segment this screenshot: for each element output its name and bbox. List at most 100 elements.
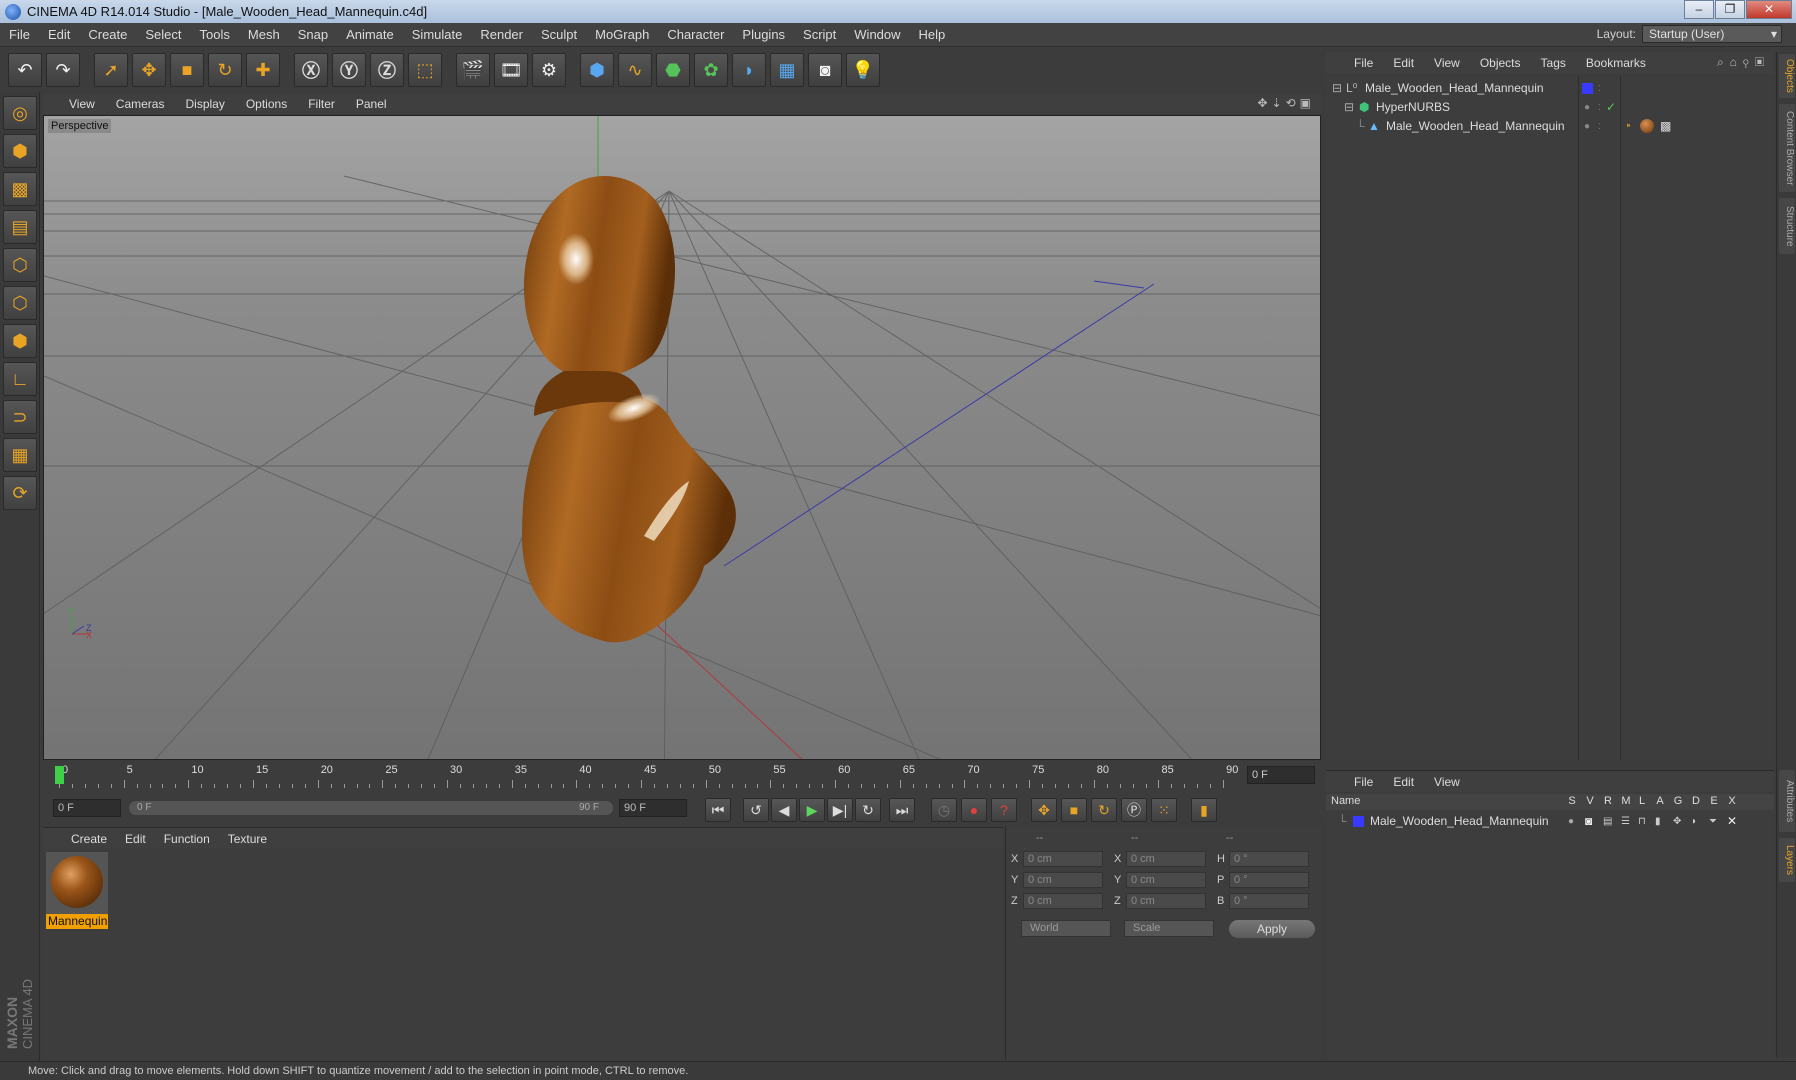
deformer-icon[interactable]: ◗ — [732, 53, 766, 87]
view-icon[interactable]: ◙ — [1585, 814, 1592, 828]
live-selection-icon[interactable]: ➚ — [94, 53, 128, 87]
camera-icon[interactable]: ◙ — [808, 53, 842, 87]
object-name[interactable]: Male_Wooden_Head_Mannequin — [1365, 81, 1544, 95]
menu-mograph[interactable]: MoGraph — [586, 27, 658, 42]
deformers-icon[interactable]: ◗ — [1691, 816, 1697, 827]
viewport-menu-filter[interactable]: Filter — [308, 97, 335, 111]
tab-layers[interactable]: Layers — [1779, 838, 1795, 882]
material-swatch[interactable] — [46, 852, 108, 914]
menu-sculpt[interactable]: Sculpt — [532, 27, 586, 42]
redo-icon[interactable]: ↷ — [46, 53, 80, 87]
lm-menu-view[interactable]: View — [1434, 775, 1460, 789]
end-frame-field[interactable]: 90 F — [619, 799, 687, 817]
viewport-menu-view[interactable]: View — [69, 97, 95, 111]
frame-range-slider[interactable]: 0 F 90 F — [129, 801, 613, 815]
timeline-window-icon[interactable]: ▮ — [1191, 798, 1217, 822]
next-frame-icon[interactable]: ▶| — [827, 798, 853, 822]
polygons-mode-icon[interactable]: ⬢ — [3, 324, 37, 358]
apply-button[interactable]: Apply — [1229, 920, 1315, 938]
om-menu-view[interactable]: View — [1434, 56, 1460, 70]
key-position-icon[interactable]: ✥ — [1031, 798, 1057, 822]
key-rotation-icon[interactable]: ↻ — [1091, 798, 1117, 822]
render-picture-viewer-icon[interactable]: 🎞 — [494, 53, 528, 87]
manager-icon[interactable]: ☰ — [1621, 816, 1630, 827]
material-menu-edit[interactable]: Edit — [125, 832, 146, 846]
go-to-start-icon[interactable]: ⏮ — [705, 798, 731, 822]
make-editable-icon[interactable]: ◎ — [3, 96, 37, 130]
snap-magnet-icon[interactable]: ⊃ — [3, 400, 37, 434]
go-to-end-icon[interactable]: ⏭ — [889, 798, 915, 822]
minimize-button[interactable]: – — [1684, 0, 1714, 19]
motion-record-icon[interactable]: ◷ — [931, 798, 957, 822]
x-axis-lock-icon[interactable]: Ⓧ — [294, 53, 328, 87]
layer-color-swatch[interactable] — [1353, 815, 1364, 827]
om-menu-bookmarks[interactable]: Bookmarks — [1586, 56, 1646, 70]
object-row-null[interactable]: ⊟ L⁰ Male_Wooden_Head_Mannequin ⁚ — [1326, 78, 1774, 98]
menu-script[interactable]: Script — [794, 27, 845, 42]
record-keys-icon[interactable]: ● — [961, 798, 987, 822]
layer-dot-icon[interactable]: ● — [1584, 121, 1590, 132]
visibility-dots-icon[interactable]: ⁚ — [1598, 103, 1601, 112]
phong-tag-icon[interactable]: ⁍ — [1626, 121, 1631, 132]
workplane-align-icon[interactable]: ⟳ — [3, 476, 37, 510]
menu-mesh[interactable]: Mesh — [239, 27, 289, 42]
menu-snap[interactable]: Snap — [289, 27, 337, 42]
timeline-ruler[interactable]: 0 5 10 15 20 25 30 35 40 45 50 55 60 65 70 75 80 85 90 — [53, 762, 1243, 790]
next-key-icon[interactable]: ↻ — [855, 798, 881, 822]
render-icon[interactable]: ▤ — [1603, 816, 1612, 827]
menu-plugins[interactable]: Plugins — [733, 27, 794, 42]
om-menu-edit[interactable]: Edit — [1393, 56, 1414, 70]
key-scale-icon[interactable]: ■ — [1061, 798, 1087, 822]
menu-select[interactable]: Select — [136, 27, 190, 42]
model-mode-icon[interactable]: ⬢ — [3, 134, 37, 168]
lm-col-animation[interactable]: A — [1651, 795, 1669, 807]
viewport-menu-panel[interactable]: Panel — [356, 97, 387, 111]
previous-frame-icon[interactable]: ◀ — [771, 798, 797, 822]
viewport-menu-options[interactable]: Options — [246, 97, 287, 111]
menu-render[interactable]: Render — [471, 27, 532, 42]
viewport-menu-display[interactable]: Display — [185, 97, 224, 111]
coord-size-z-field[interactable]: 0 cm — [1126, 893, 1206, 909]
layer-dot-icon[interactable]: ● — [1584, 102, 1590, 113]
menu-create[interactable]: Create — [79, 27, 136, 42]
coord-size-x-field[interactable]: 0 cm — [1126, 851, 1206, 867]
collapse-icon[interactable]: ⊟ — [1332, 81, 1342, 95]
lm-menu-edit[interactable]: Edit — [1393, 775, 1414, 789]
om-menu-tags[interactable]: Tags — [1541, 56, 1566, 70]
coord-transform-dropdown[interactable]: Scale — [1124, 920, 1214, 937]
key-parameter-icon[interactable]: Ⓟ — [1121, 798, 1147, 822]
uvw-tag-icon[interactable]: ▩ — [1660, 119, 1671, 133]
coord-rotation-h-field[interactable]: 0 ° — [1229, 851, 1309, 867]
close-button[interactable]: ✕ — [1746, 0, 1792, 19]
spline-icon[interactable]: ∿ — [618, 53, 652, 87]
playhead[interactable] — [55, 766, 64, 784]
menu-help[interactable]: Help — [910, 27, 955, 42]
rotate-icon[interactable]: ↻ — [208, 53, 242, 87]
layer-color-swatch[interactable] — [1582, 82, 1593, 94]
generators-icon[interactable]: ✥ — [1673, 816, 1681, 827]
z-axis-lock-icon[interactable]: Ⓩ — [370, 53, 404, 87]
lm-menu-file[interactable]: File — [1354, 775, 1373, 789]
scale-icon[interactable]: ■ — [170, 53, 204, 87]
undo-icon[interactable]: ↶ — [8, 53, 42, 87]
edges-mode-icon[interactable]: ⬡ — [3, 286, 37, 320]
collapse-icon[interactable]: ⊟ — [1344, 100, 1354, 114]
coord-size-y-field[interactable]: 0 cm — [1126, 872, 1206, 888]
layout-dropdown[interactable]: Startup (User) — [1642, 25, 1782, 43]
xref-icon[interactable]: ✕ — [1727, 814, 1737, 828]
start-frame-field[interactable]: 0 F — [53, 799, 121, 817]
tab-structure[interactable]: Structure — [1779, 198, 1795, 254]
play-icon[interactable]: ▶ — [799, 798, 825, 822]
object-row-hypernurbs[interactable]: ⊟ ⬢ HyperNURBS ● ⁚ ✓ — [1326, 97, 1774, 117]
cube-icon[interactable]: ⬢ — [580, 53, 614, 87]
viewport-menu-cameras[interactable]: Cameras — [116, 97, 165, 111]
tab-content-browser[interactable]: Content Browser — [1779, 104, 1795, 192]
layer-name[interactable]: Male_Wooden_Head_Mannequin — [1370, 814, 1549, 828]
lm-col-generators[interactable]: G — [1669, 795, 1687, 807]
viewport-navigation-icons[interactable]: ✥⇣⟲▣ — [1257, 96, 1315, 110]
tab-attributes[interactable]: Attributes — [1779, 770, 1795, 832]
light-icon[interactable]: 💡 — [846, 53, 880, 87]
lm-col-deformers[interactable]: D — [1687, 795, 1705, 807]
object-name[interactable]: HyperNURBS — [1376, 100, 1450, 114]
material-menu-create[interactable]: Create — [71, 832, 107, 846]
